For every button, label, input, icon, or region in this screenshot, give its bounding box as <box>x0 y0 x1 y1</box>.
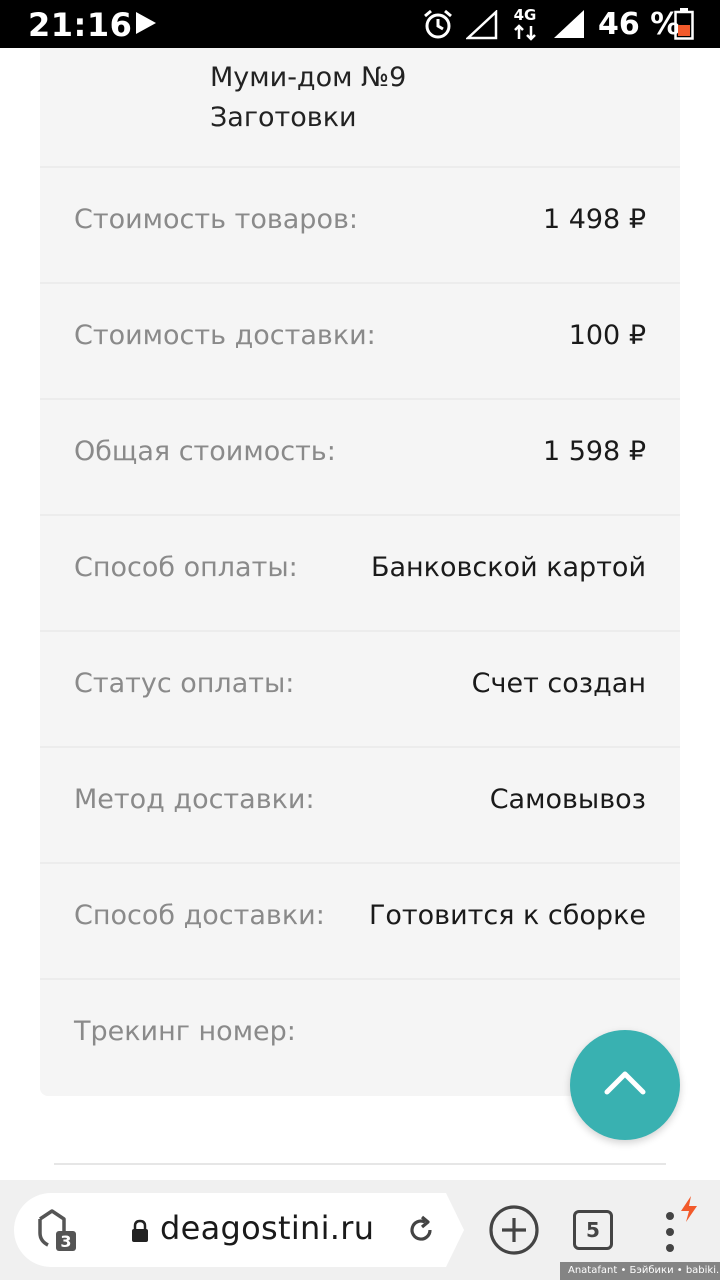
row-goods-cost: Стоимость товаров: 1 498 ₽ <box>40 168 680 284</box>
row-delivery-method: Метод доставки: Самовывоз <box>40 748 680 864</box>
row-total-cost: Общая стоимость: 1 598 ₽ <box>40 400 680 516</box>
watermark: Anatafant • Бэйбики • babiki.ru <box>560 1262 720 1280</box>
order-summary-card: Муми-дом №9 Заготовки Стоимость товаров:… <box>40 48 680 1096</box>
row-label: Стоимость доставки: <box>74 320 376 351</box>
menu-dots-icon[interactable] <box>660 1208 680 1258</box>
row-delivery-status: Способ доставки: Готовится к сборке <box>40 864 680 980</box>
row-label: Способ доставки: <box>74 900 325 931</box>
page: 21:16 4G 46 % Муми-дом №9 Заготовки Стои… <box>0 0 720 1280</box>
row-label: Общая стоимость: <box>74 436 336 467</box>
row-label: Метод доставки: <box>74 784 315 815</box>
row-label: Стоимость товаров: <box>74 204 358 235</box>
shield-icon[interactable]: 3 <box>36 1207 80 1253</box>
row-value: Самовывоз <box>489 784 646 815</box>
status-time: 21:16 <box>28 6 133 44</box>
row-payment-method: Способ оплаты: Банковской картой <box>40 516 680 632</box>
row-value: 1 498 ₽ <box>542 204 646 235</box>
order-item: Заготовки <box>210 102 357 133</box>
signal-icon <box>466 10 498 40</box>
network-label: 4G <box>514 6 537 24</box>
address-bar[interactable]: 3 deagostini.ru <box>14 1193 446 1267</box>
add-tab-icon[interactable] <box>488 1204 540 1256</box>
row-label: Трекинг номер: <box>74 1016 296 1047</box>
address-bar-tip <box>446 1193 464 1267</box>
row-delivery-cost: Стоимость доставки: 100 ₽ <box>40 284 680 400</box>
signal-full-icon <box>554 10 584 38</box>
row-value: Счет создан <box>471 668 646 699</box>
battery-level: 46 % <box>598 7 681 42</box>
shield-count: 3 <box>60 1232 71 1251</box>
row-value: 100 ₽ <box>568 320 646 351</box>
row-label: Статус оплаты: <box>74 668 295 699</box>
bolt-icon <box>681 1196 697 1222</box>
url-text[interactable]: deagostini.ru <box>160 1209 374 1247</box>
row-value: 1 598 ₽ <box>542 436 646 467</box>
scroll-to-top-button[interactable] <box>570 1030 680 1140</box>
tabs-icon[interactable]: 5 <box>573 1210 613 1250</box>
chevron-up-icon <box>604 1071 646 1095</box>
order-item: Муми-дом №9 <box>210 62 407 93</box>
play-icon <box>136 12 156 34</box>
row-value: Банковской картой <box>370 552 646 583</box>
status-bar: 21:16 4G 46 % <box>0 0 720 48</box>
row-value: Готовится к сборке <box>368 900 646 931</box>
lock-icon <box>132 1219 148 1242</box>
battery-icon <box>674 8 694 40</box>
network-4g-icon: 4G <box>514 6 537 41</box>
order-items: Муми-дом №9 Заготовки <box>40 48 680 168</box>
row-label: Способ оплаты: <box>74 552 298 583</box>
divider <box>54 1163 666 1165</box>
row-payment-status: Статус оплаты: Счет создан <box>40 632 680 748</box>
alarm-icon <box>424 9 452 39</box>
reload-icon[interactable] <box>406 1215 436 1245</box>
